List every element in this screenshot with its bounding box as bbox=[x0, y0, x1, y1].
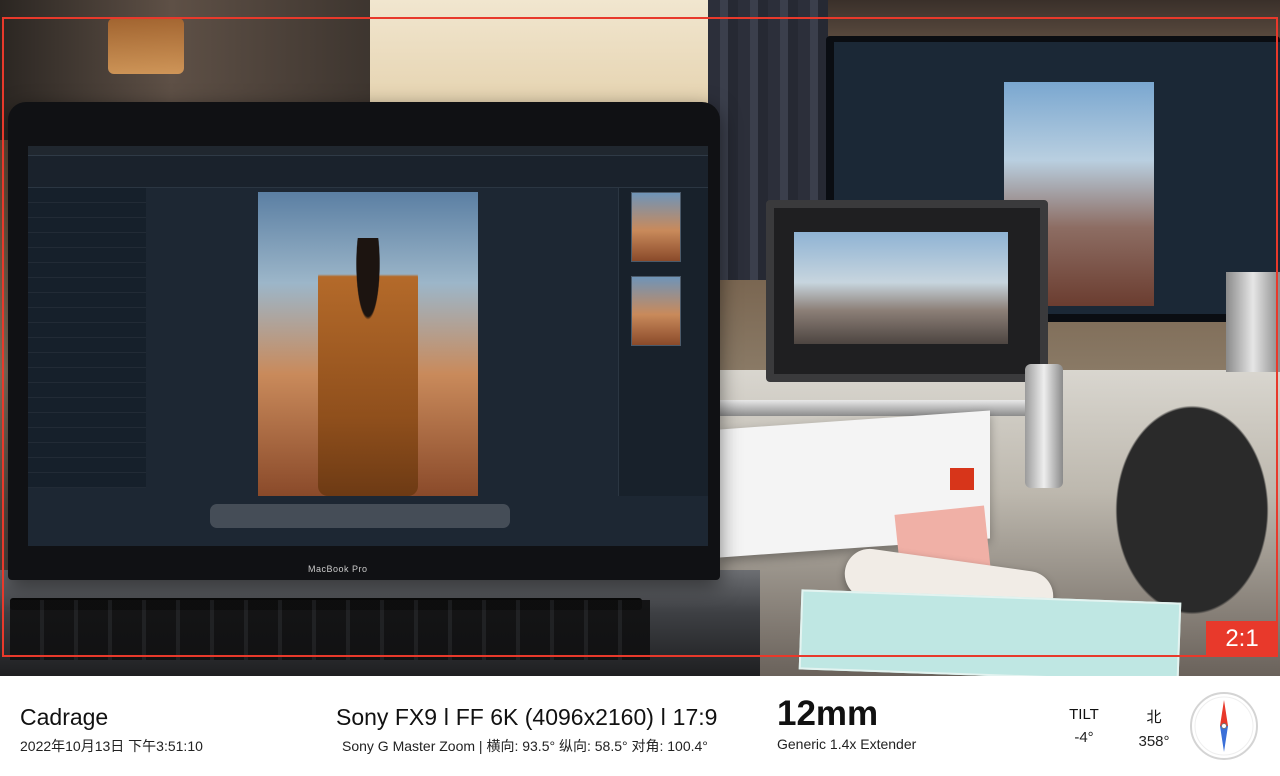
camera-viewport: MacBook Pro bbox=[0, 0, 1280, 676]
field-monitor-screen bbox=[794, 232, 1008, 344]
filmstrip-thumb bbox=[631, 192, 681, 262]
gimbal-rail bbox=[718, 400, 1048, 416]
heading-label: 北 bbox=[1146, 709, 1162, 726]
laptop: MacBook Pro bbox=[8, 102, 720, 580]
tilt-label: TILT bbox=[1069, 706, 1099, 723]
tilt-value: -4° bbox=[1074, 729, 1094, 746]
info-bar: Cadrage 2022年10月13日 下午3:51:10 Sony FX9 ǀ… bbox=[0, 676, 1280, 776]
gimbal-rail-post bbox=[1025, 364, 1063, 488]
laptop-photo-subject bbox=[318, 238, 418, 496]
gimbal bbox=[1060, 330, 1280, 630]
lens-extender: Generic 1.4x Extender bbox=[777, 736, 917, 752]
laptop-brand: MacBook Pro bbox=[308, 564, 368, 574]
laptop-filmstrip bbox=[618, 188, 708, 496]
laptop-dock bbox=[210, 504, 510, 528]
aspect-ratio-badge[interactable]: 2:1 bbox=[1206, 621, 1278, 657]
lens-info: Sony G Master Zoom | 横向: 93.5° 纵向: 58.5°… bbox=[342, 738, 708, 754]
laptop-app-toolbar bbox=[28, 156, 708, 188]
field-monitor bbox=[766, 200, 1048, 382]
compass-icon bbox=[1190, 692, 1258, 760]
laptop-app-sidebar bbox=[28, 188, 146, 488]
laptop-keyboard bbox=[10, 600, 650, 660]
app-name: Cadrage bbox=[20, 704, 109, 730]
laptop-menubar bbox=[28, 146, 708, 156]
studio-lamp bbox=[108, 18, 184, 74]
filmstrip-thumb bbox=[631, 276, 681, 346]
card bbox=[798, 589, 1182, 676]
tilt-readout: TILT -4° bbox=[1063, 706, 1105, 746]
camera-format: Sony FX9 ǀ FF 6K (4096x2160) ǀ 17:9 bbox=[336, 704, 718, 730]
focal-length: 12mm bbox=[777, 694, 879, 733]
heading-value: 358° bbox=[1138, 733, 1170, 750]
heading-readout: 北 358° bbox=[1132, 706, 1176, 750]
capture-time: 2022年10月13日 下午3:51:10 bbox=[20, 738, 203, 754]
laptop-screen bbox=[28, 146, 708, 546]
box-logo bbox=[950, 468, 974, 490]
